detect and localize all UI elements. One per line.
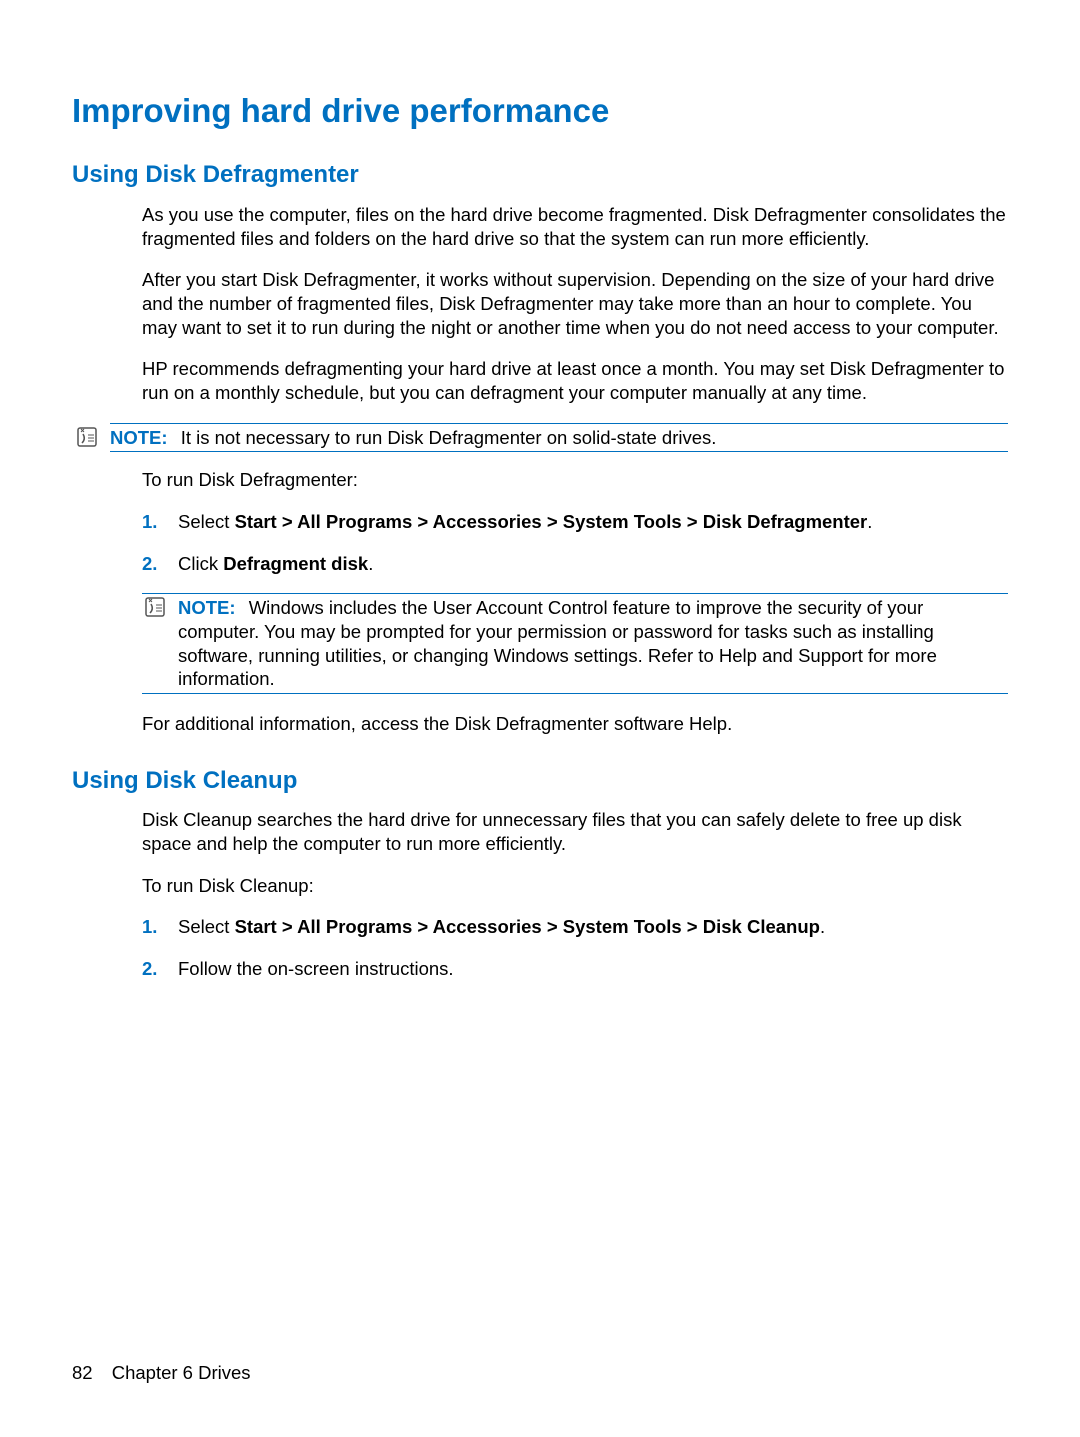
list-item: 1. Select Start > All Programs > Accesso… <box>142 510 1008 534</box>
page-number: 82 <box>72 1362 93 1383</box>
step-text: Follow the on-screen instructions. <box>178 958 454 979</box>
list-item: 2. Click Defragment disk. <box>142 552 1008 694</box>
note-block: NOTE: It is not necessary to run Disk De… <box>110 423 1008 453</box>
step-text-bold: Start > All Programs > Accessories > Sys… <box>235 511 868 532</box>
note-icon <box>76 426 102 448</box>
step-text-prefix: Select <box>178 916 235 937</box>
step-text-suffix: . <box>820 916 825 937</box>
paragraph: For additional information, access the D… <box>142 712 1008 736</box>
paragraph: To run Disk Defragmenter: <box>142 468 1008 492</box>
section-body: As you use the computer, files on the ha… <box>142 203 1008 405</box>
step-number: 2. <box>142 552 157 576</box>
step-text-suffix: . <box>368 553 373 574</box>
note-icon <box>144 596 170 618</box>
list-item: 2. Follow the on-screen instructions. <box>142 957 1008 981</box>
ordered-steps: 1. Select Start > All Programs > Accesso… <box>142 915 1008 980</box>
chapter-label: Chapter 6 Drives <box>112 1362 251 1383</box>
section-body: Disk Cleanup searches the hard drive for… <box>142 808 1008 980</box>
step-text-prefix: Select <box>178 511 235 532</box>
step-text-suffix: . <box>867 511 872 532</box>
step-text-bold: Defragment disk <box>223 553 368 574</box>
note-block: NOTE: Windows includes the User Account … <box>142 593 1008 694</box>
paragraph: As you use the computer, files on the ha… <box>142 203 1008 250</box>
note-label: NOTE: <box>110 427 168 448</box>
step-number: 1. <box>142 510 157 534</box>
paragraph: HP recommends defragmenting your hard dr… <box>142 357 1008 404</box>
step-number: 1. <box>142 915 157 939</box>
section-disk-defragmenter: Using Disk Defragmenter As you use the c… <box>72 160 1008 735</box>
note-label: NOTE: <box>178 597 236 618</box>
page-footer: 82 Chapter 6 Drives <box>72 1361 251 1385</box>
section-disk-cleanup: Using Disk Cleanup Disk Cleanup searches… <box>72 766 1008 981</box>
section-heading: Using Disk Cleanup <box>72 766 1008 797</box>
paragraph: To run Disk Cleanup: <box>142 874 1008 898</box>
list-item: 1. Select Start > All Programs > Accesso… <box>142 915 1008 939</box>
note-text: It is not necessary to run Disk Defragme… <box>173 427 717 448</box>
note-text: Windows includes the User Account Contro… <box>178 597 937 689</box>
document-page: Improving hard drive performance Using D… <box>0 0 1080 1437</box>
step-text-prefix: Click <box>178 553 223 574</box>
section-heading: Using Disk Defragmenter <box>72 160 1008 191</box>
paragraph: After you start Disk Defragmenter, it wo… <box>142 268 1008 339</box>
section-body: To run Disk Defragmenter: 1. Select Star… <box>142 468 1008 735</box>
ordered-steps: 1. Select Start > All Programs > Accesso… <box>142 510 1008 694</box>
page-title: Improving hard drive performance <box>72 90 1008 132</box>
paragraph: Disk Cleanup searches the hard drive for… <box>142 808 1008 855</box>
step-text-bold: Start > All Programs > Accessories > Sys… <box>235 916 820 937</box>
step-number: 2. <box>142 957 157 981</box>
